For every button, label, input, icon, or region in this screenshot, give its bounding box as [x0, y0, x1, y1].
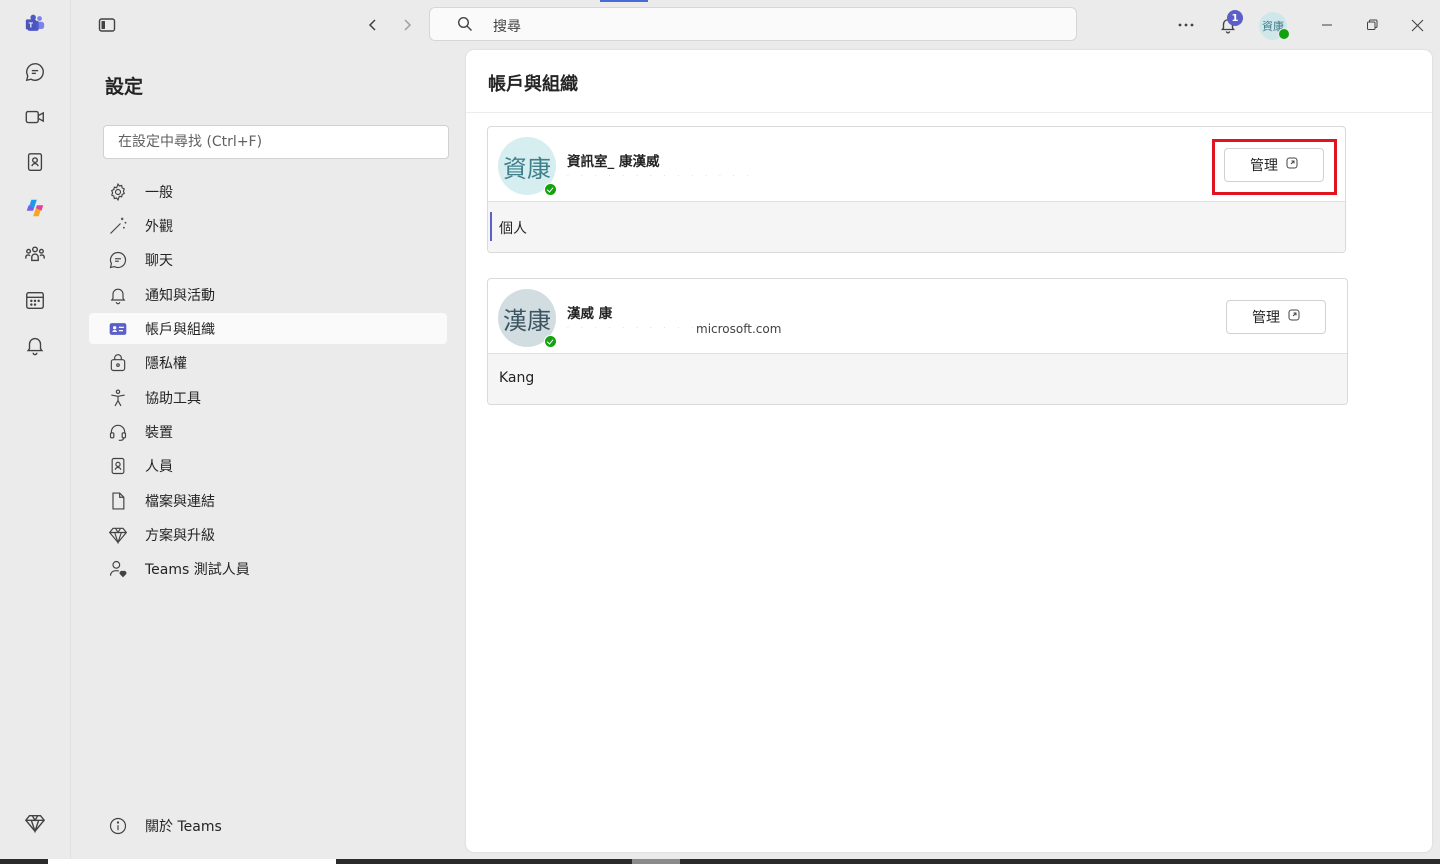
- settings-item-chat[interactable]: 聊天: [89, 244, 447, 275]
- settings-item-label: 外觀: [145, 219, 173, 235]
- svg-text:T: T: [29, 20, 34, 29]
- premium-diamond-rail-icon[interactable]: [17, 805, 53, 841]
- person-card-icon: [107, 455, 129, 477]
- settings-item-label: 隱私權: [145, 356, 187, 372]
- communities-rail-icon[interactable]: [17, 236, 53, 272]
- chat-rail-icon[interactable]: [17, 54, 53, 90]
- teams-logo-icon[interactable]: T: [17, 6, 53, 42]
- forward-arrow-icon[interactable]: [395, 12, 419, 38]
- settings-item-accessibility[interactable]: 協助工具: [89, 382, 447, 413]
- settings-item-privacy[interactable]: 隱私權: [89, 347, 447, 378]
- activity-bell-rail-icon[interactable]: [17, 327, 53, 363]
- notification-count-badge: 1: [1227, 10, 1243, 26]
- page-title: 帳戶與組織: [488, 74, 578, 95]
- settings-item-files[interactable]: 檔案與連結: [89, 485, 447, 516]
- settings-item-label: 檔案與連結: [145, 494, 215, 510]
- settings-item-label: 一般: [145, 185, 173, 201]
- copilot-rail-icon[interactable]: [17, 190, 53, 226]
- calendar-rail-icon[interactable]: [17, 282, 53, 318]
- more-options-icon[interactable]: [1171, 10, 1201, 40]
- search-placeholder: 搜尋: [493, 19, 521, 35]
- headset-icon: [107, 421, 129, 443]
- accessibility-icon: [107, 387, 129, 409]
- settings-item-label: 協助工具: [145, 391, 201, 407]
- bell-icon: [107, 284, 129, 306]
- settings-item-devices[interactable]: 裝置: [89, 416, 447, 447]
- restore-icon[interactable]: [1357, 10, 1387, 40]
- settings-item-label: 裝置: [145, 425, 173, 441]
- person-heart-icon: [107, 558, 129, 580]
- chat-icon: [107, 249, 129, 271]
- selected-indicator: [490, 212, 492, 241]
- minimize-icon[interactable]: [1312, 10, 1342, 40]
- account-org-row[interactable]: 個人: [488, 201, 1345, 252]
- redacted-email: · · · · · · · · · · · · · ·: [567, 173, 754, 180]
- video-rail-icon[interactable]: [17, 99, 53, 135]
- settings-item-general[interactable]: 一般: [89, 176, 447, 207]
- settings-item-label: 方案與升級: [145, 528, 215, 544]
- account-org-label: 個人: [499, 221, 527, 237]
- settings-item-people[interactable]: 人員: [89, 450, 447, 481]
- app-rail: T: [0, 0, 71, 864]
- account-name: 漢威 康: [567, 306, 613, 322]
- sidebar-toggle-icon[interactable]: [94, 12, 120, 38]
- gear-icon: [107, 181, 129, 203]
- settings-item-label: Teams 測試人員: [145, 562, 250, 578]
- settings-item-label: 帳戶與組織: [145, 322, 215, 338]
- about-teams-label: 關於 Teams: [145, 819, 222, 835]
- settings-item-accounts[interactable]: 帳戶與組織: [89, 313, 447, 344]
- account-name: 資訊室_ 康漢威: [567, 154, 660, 170]
- close-icon[interactable]: [1402, 10, 1432, 40]
- accounts-content-panel: 帳戶與組織 資康 資訊室_ 康漢威 · · · · · · · · · · · …: [466, 50, 1432, 852]
- manage-account-button[interactable]: 管理: [1226, 300, 1326, 334]
- settings-title: 設定: [105, 76, 144, 98]
- document-icon: [107, 490, 129, 512]
- active-window-indicator: [600, 0, 648, 2]
- info-icon: [107, 815, 129, 837]
- search-icon: [457, 16, 473, 36]
- redacted-email: · · · · · · · · · · ·: [567, 325, 713, 332]
- manage-button-label: 管理: [1252, 310, 1280, 326]
- account-email: microsoft.com: [696, 322, 782, 336]
- back-arrow-icon[interactable]: [361, 12, 385, 38]
- settings-item-plans[interactable]: 方案與升級: [89, 519, 447, 550]
- contacts-rail-icon[interactable]: [17, 144, 53, 180]
- settings-item-appearance[interactable]: 外觀: [89, 210, 447, 241]
- settings-item-label: 人員: [145, 459, 173, 475]
- title-divider: [466, 112, 1432, 113]
- external-link-icon: [1288, 309, 1300, 325]
- account-org-label: Kang: [499, 370, 535, 386]
- about-teams-item[interactable]: 關於 Teams: [89, 810, 447, 841]
- diamond-icon: [107, 524, 129, 546]
- settings-item-notifications[interactable]: 通知與活動: [89, 279, 447, 310]
- account-org-row[interactable]: Kang: [488, 353, 1347, 404]
- settings-item-teams-insider[interactable]: Teams 測試人員: [89, 553, 447, 584]
- presence-available-icon: [544, 335, 557, 348]
- magic-wand-icon: [107, 215, 129, 237]
- account-card: 漢康 漢威 康 · · · · · · · · · · · microsoft.…: [487, 278, 1348, 405]
- taskbar-strip: [0, 859, 1440, 864]
- user-presence-indicator: [1278, 28, 1290, 40]
- contact-card-icon: [107, 318, 129, 340]
- settings-item-label: 聊天: [145, 253, 173, 269]
- presence-available-icon: [544, 183, 557, 196]
- settings-item-label: 通知與活動: [145, 288, 215, 304]
- settings-search-input[interactable]: [103, 125, 449, 159]
- lock-icon: [107, 352, 129, 374]
- highlight-box: [1212, 139, 1337, 195]
- global-search-input[interactable]: 搜尋: [429, 7, 1077, 41]
